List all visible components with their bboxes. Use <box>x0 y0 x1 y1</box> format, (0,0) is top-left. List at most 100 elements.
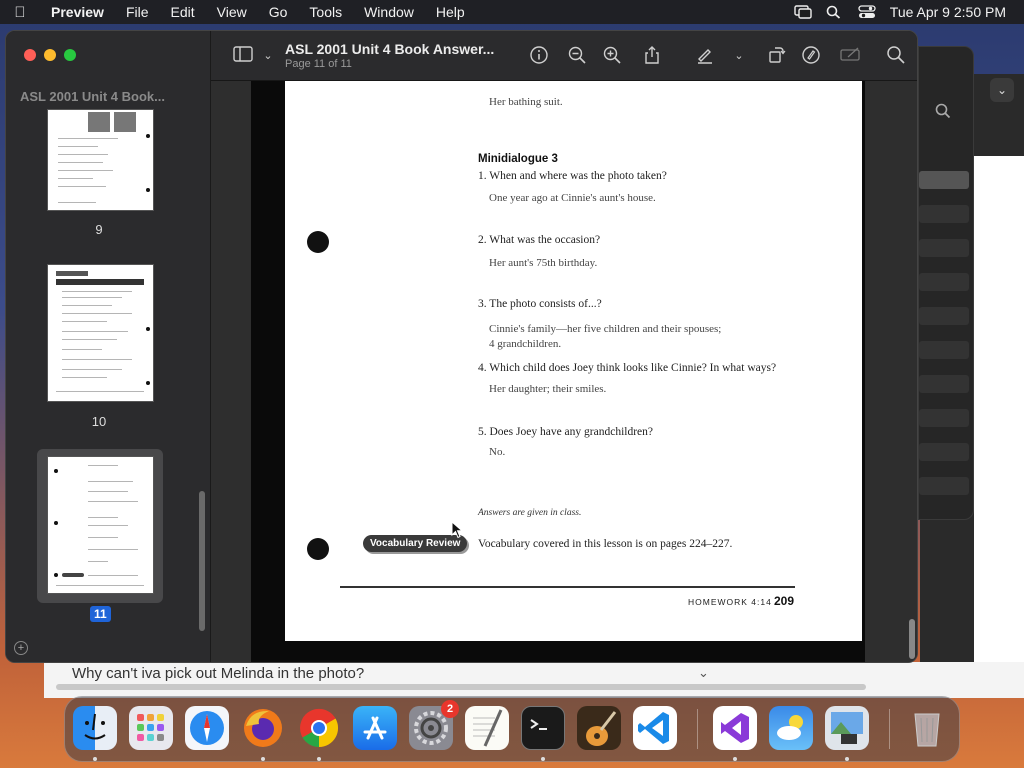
binder-hole <box>307 538 329 560</box>
close-button[interactable] <box>24 49 36 61</box>
control-center-icon[interactable] <box>858 5 876 19</box>
document-scrollbar[interactable] <box>909 619 915 659</box>
notification-badge: 2 <box>441 700 459 718</box>
list-item[interactable] <box>919 171 969 189</box>
answer-3-line-2: 4 grandchildren. <box>489 338 562 350</box>
horizontal-scrollbar[interactable] <box>56 684 866 690</box>
firefox-icon[interactable] <box>241 706 285 750</box>
safari-icon[interactable] <box>185 706 229 750</box>
menu-file[interactable]: File <box>115 4 160 20</box>
chrome-icon[interactable] <box>297 706 341 750</box>
thumbnail-label-10: 10 <box>91 414 107 429</box>
sidebar-document-title: ASL 2001 Unit 4 Book... <box>20 89 165 104</box>
menu-go[interactable]: Go <box>258 4 299 20</box>
background-app-window <box>918 46 974 520</box>
zoom-in-icon[interactable] <box>601 45 623 67</box>
screen-mirroring-icon[interactable] <box>794 5 812 19</box>
menu-view[interactable]: View <box>206 4 258 20</box>
info-icon[interactable] <box>528 45 550 67</box>
page-thumbnail-10[interactable] <box>47 264 154 402</box>
preview-icon[interactable] <box>825 706 869 750</box>
top-answer: Her bathing suit. <box>489 96 563 108</box>
sidebar-scrollbar[interactable] <box>199 491 205 631</box>
annotate-pen-icon[interactable] <box>800 45 822 67</box>
list-item[interactable] <box>919 409 969 427</box>
mouse-cursor-icon <box>451 520 464 544</box>
menu-help[interactable]: Help <box>425 4 476 20</box>
vocabulary-text: Vocabulary covered in this lesson is on … <box>478 538 733 550</box>
rotate-icon[interactable] <box>765 45 787 67</box>
weather-icon[interactable] <box>769 706 813 750</box>
dock-separator <box>889 709 890 749</box>
menu-tools[interactable]: Tools <box>298 4 353 20</box>
share-icon[interactable] <box>641 45 663 67</box>
browser-content-area <box>974 156 1024 680</box>
thumbnail-sidebar: ASL 2001 Unit 4 Book... 9 10 11 + <box>6 31 211 662</box>
list-item[interactable] <box>919 273 969 291</box>
window-title: ASL 2001 Unit 4 Book Answer... <box>285 41 495 57</box>
page-thumbnail-11[interactable] <box>47 456 154 594</box>
page-thumbnail-9[interactable] <box>47 109 154 211</box>
background-browser-strip: Why can't iva pick out Melinda in the ph… <box>44 662 1024 698</box>
spotlight-search-icon[interactable] <box>826 5 844 19</box>
toolbar: ⌄ ASL 2001 Unit 4 Book Answer... Page 11… <box>211 31 917 81</box>
question-text[interactable]: Why can't iva pick out Melinda in the ph… <box>72 665 364 682</box>
answer-3-line-1: Cinnie's family—her five children and th… <box>489 323 722 335</box>
vscode-icon[interactable] <box>633 706 677 750</box>
search-icon[interactable] <box>885 45 907 67</box>
search-icon[interactable] <box>935 103 951 122</box>
chevron-down-icon[interactable]: ⌄ <box>990 78 1014 102</box>
document-view[interactable]: Her bathing suit. Minidialogue 3 1. When… <box>211 81 917 662</box>
answer-2: Her aunt's 75th birthday. <box>489 257 598 269</box>
question-5: 5. Does Joey have any grandchildren? <box>478 426 653 438</box>
form-filling-icon[interactable] <box>840 45 862 67</box>
trash-icon[interactable] <box>905 706 949 750</box>
thumbnail-label-11: 11 <box>90 606 111 622</box>
footer-rule <box>340 586 795 588</box>
app-store-icon[interactable] <box>353 706 397 750</box>
markup-highlighter-icon[interactable] <box>694 45 716 67</box>
list-item[interactable] <box>919 375 969 393</box>
menu-app-name[interactable]: Preview <box>40 4 115 20</box>
answer-5: No. <box>489 446 506 458</box>
add-page-icon[interactable]: + <box>14 641 28 655</box>
list-item[interactable] <box>919 341 969 359</box>
chevron-down-icon[interactable]: ⌄ <box>698 665 709 681</box>
list-item[interactable] <box>919 477 969 495</box>
list-item[interactable] <box>919 205 969 223</box>
question-2: 2. What was the occasion? <box>478 234 601 246</box>
textedit-icon[interactable] <box>465 706 509 750</box>
dock-separator <box>697 709 698 749</box>
section-heading: Minidialogue 3 <box>478 153 558 165</box>
list-item[interactable] <box>919 239 969 257</box>
minimize-button[interactable] <box>44 49 56 61</box>
garageband-icon[interactable] <box>577 706 621 750</box>
terminal-icon[interactable] <box>521 706 565 750</box>
launchpad-icon[interactable] <box>129 706 173 750</box>
sidebar-options-chevron-icon[interactable]: ⌄ <box>257 45 279 67</box>
menubar-clock[interactable]: Tue Apr 9 2:50 PM <box>890 4 1006 20</box>
zoom-out-icon[interactable] <box>566 45 588 67</box>
question-4: 4. Which child does Joey think looks lik… <box>478 362 777 374</box>
menu-edit[interactable]: Edit <box>160 4 206 20</box>
menu-bar:  Preview File Edit View Go Tools Window… <box>0 0 1024 24</box>
dock: 2 <box>64 696 960 762</box>
answers-note: Answers are given in class. <box>478 508 582 518</box>
system-settings-icon[interactable]: 2 <box>409 700 459 750</box>
thumbnail-label-9: 9 <box>95 222 103 237</box>
binder-hole <box>307 231 329 253</box>
visual-studio-icon[interactable] <box>713 706 757 750</box>
list-item[interactable] <box>919 307 969 325</box>
markup-options-chevron-icon[interactable]: ⌄ <box>728 45 750 67</box>
apple-menu-icon[interactable]:  <box>0 4 40 21</box>
page-number: 209 <box>774 594 795 608</box>
menu-window[interactable]: Window <box>353 4 425 20</box>
answer-1: One year ago at Cinnie's aunt's house. <box>489 192 656 204</box>
answer-4: Her daughter; their smiles. <box>489 383 607 395</box>
finder-icon[interactable] <box>73 706 117 750</box>
window-subtitle: Page 11 of 11 <box>285 58 352 70</box>
sidebar-toggle-icon[interactable] <box>233 45 255 67</box>
list-item[interactable] <box>919 443 969 461</box>
zoom-button[interactable] <box>64 49 76 61</box>
document-page[interactable]: Her bathing suit. Minidialogue 3 1. When… <box>285 81 862 641</box>
